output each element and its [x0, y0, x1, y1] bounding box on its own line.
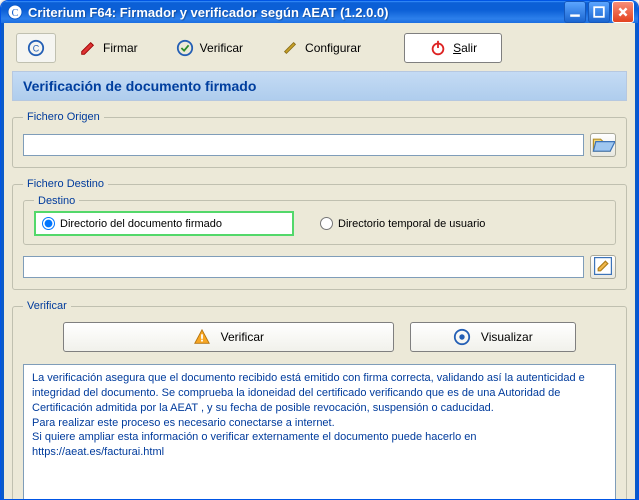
info-line-1: La verificación asegura que el documento…	[32, 371, 607, 416]
window-title: Criterium F64: Firmador y verificador se…	[28, 5, 564, 20]
pen-icon	[79, 39, 97, 57]
fichero-destino-group: Fichero Destino Destino Directorio del d…	[12, 178, 627, 290]
page-title: Verificación de documento firmado	[12, 71, 627, 101]
info-line-4: https://aeat.es/facturai.html	[32, 445, 607, 460]
fichero-origen-input[interactable]	[23, 134, 584, 156]
warning-icon	[193, 328, 211, 346]
verificar-button-label: Verificar	[221, 330, 264, 344]
window: C Criterium F64: Firmador y verificador …	[0, 0, 639, 500]
visualizar-button[interactable]: Visualizar	[410, 322, 576, 352]
verificar-legend: Verificar	[23, 300, 71, 312]
firmar-label: Firmar	[103, 41, 138, 55]
destino-subgroup: Destino Directorio del documento firmado…	[23, 200, 616, 245]
verify-icon	[176, 39, 194, 57]
logo-icon: C	[27, 39, 45, 57]
info-line-2: Para realizar este proceso es necesario …	[32, 416, 607, 431]
info-line-3: Si quiere ampliar esta información o ver…	[32, 430, 607, 445]
fichero-destino-legend: Fichero Destino	[23, 178, 108, 190]
fichero-destino-input[interactable]	[23, 256, 584, 278]
destino-opt-doc[interactable]: Directorio del documento firmado	[34, 211, 294, 236]
salir-label: Salir	[453, 41, 477, 55]
configurar-tab[interactable]: Configurar	[266, 33, 376, 63]
destino-opt-temp-label: Directorio temporal de usuario	[338, 218, 485, 230]
destino-radio-temp[interactable]	[320, 217, 333, 230]
destino-radio-doc[interactable]	[42, 217, 55, 230]
view-icon	[453, 328, 471, 346]
svg-text:C: C	[12, 8, 19, 19]
svg-text:C: C	[33, 44, 40, 54]
destino-opt-temp[interactable]: Directorio temporal de usuario	[314, 211, 491, 236]
wrench-icon	[281, 39, 299, 57]
power-icon	[429, 39, 447, 57]
visualizar-button-label: Visualizar	[481, 330, 533, 344]
configurar-label: Configurar	[305, 41, 361, 55]
titlebar[interactable]: C Criterium F64: Firmador y verificador …	[1, 1, 638, 23]
folder-open-icon	[591, 132, 615, 159]
destino-legend: Destino	[34, 195, 79, 207]
info-box: La verificación asegura que el documento…	[23, 364, 616, 500]
maximize-button[interactable]	[588, 1, 610, 23]
verificar-label: Verificar	[200, 41, 243, 55]
verificar-button[interactable]: Verificar	[63, 322, 394, 352]
verificar-tab[interactable]: Verificar	[161, 33, 258, 63]
salir-button[interactable]: Salir	[404, 33, 502, 63]
minimize-button[interactable]	[564, 1, 586, 23]
edit-destino-button[interactable]	[590, 255, 616, 279]
app-icon: C	[7, 4, 23, 20]
close-button[interactable]	[612, 1, 634, 23]
firmar-tab[interactable]: Firmar	[64, 33, 153, 63]
fichero-origen-legend: Fichero Origen	[23, 111, 104, 123]
fichero-origen-group: Fichero Origen	[12, 111, 627, 168]
verificar-group: Verificar Verificar Visualizar La verifi…	[12, 300, 627, 500]
toolbar: C Firmar Verificar Configurar Salir	[12, 27, 627, 69]
destino-opt-doc-label: Directorio del documento firmado	[60, 218, 222, 230]
toolbar-logo-button[interactable]: C	[16, 33, 56, 63]
edit-icon	[591, 254, 615, 281]
client-area: C Firmar Verificar Configurar Salir Veri…	[1, 23, 638, 500]
browse-origen-button[interactable]	[590, 133, 616, 157]
